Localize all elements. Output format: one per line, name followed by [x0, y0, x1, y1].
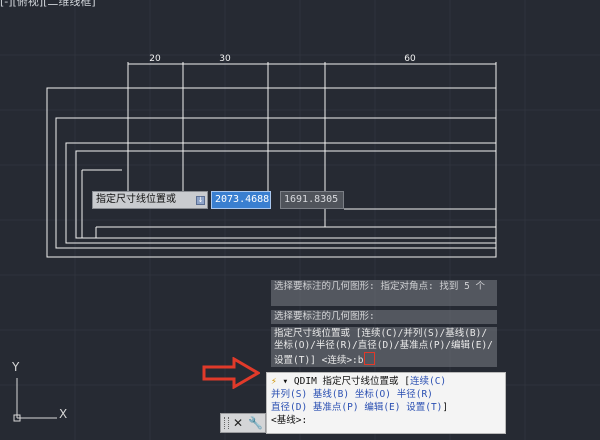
command-history-line-2: 选择要标注的几何图形: [271, 310, 497, 324]
dim-text-60: 60 [404, 54, 416, 64]
red-arrow-icon [202, 357, 260, 389]
highlight-box [364, 352, 376, 365]
command-line-toolbar: ✕ 🔧 [220, 413, 266, 433]
dynamic-input-value-1[interactable]: 2073.4688 [211, 191, 271, 209]
option-edit[interactable]: 编辑(E) [364, 402, 400, 413]
option-diameter[interactable]: 直径(D) [271, 402, 307, 413]
command-history-line-3: 指定尺寸线位置或 [连续(C)/并列(S)/基线(B)/坐标(O)/半径(R)/… [271, 327, 497, 367]
drawing-geometry [46, 62, 497, 258]
viewport-controls-label[interactable]: [-][俯视][二维线框] [0, 0, 96, 8]
option-continuous[interactable]: 连续(C) [410, 376, 446, 387]
option-baseline[interactable]: 基线(B) [313, 389, 349, 400]
dynamic-input-value-2[interactable]: 1691.8305 [280, 191, 344, 209]
close-icon[interactable]: ✕ [233, 415, 243, 431]
command-history-line-3-text: 指定尺寸线位置或 [连续(C)/并列(S)/基线(B)/坐标(O)/半径(R)/… [274, 328, 493, 366]
dynamic-input-prompt: 指定尺寸线位置或 [92, 191, 208, 209]
option-stagger[interactable]: 并列(S) [271, 389, 307, 400]
ucs-y-label: Y [12, 360, 20, 374]
dim-text-20: 20 [149, 54, 161, 64]
wrench-icon[interactable]: 🔧 [248, 415, 263, 431]
command-default: <基线>: [271, 415, 308, 426]
command-text: QDIM 指定尺寸线位置或 [293, 376, 399, 387]
option-radius[interactable]: 半径(R) [397, 389, 433, 400]
grip-handle[interactable] [224, 417, 229, 429]
ucs-icon [13, 378, 57, 422]
option-settings[interactable]: 设置(T) [406, 402, 442, 413]
ucs-x-label: X [59, 407, 68, 421]
option-datum[interactable]: 基准点(P) [313, 402, 359, 413]
options-down-arrow-icon[interactable]: ↓ [196, 196, 205, 205]
option-ordinate[interactable]: 坐标(O) [355, 389, 391, 400]
command-line-prompt[interactable]: ⚡ ▾ QDIM 指定尺寸线位置或 [连续(C) 并列(S) 基线(B) 坐标(… [266, 372, 506, 434]
command-history-line-1: 选择要标注的几何图形: 指定对角点: 找到 5 个 [271, 280, 497, 306]
dim-text-30: 30 [219, 54, 231, 64]
rectangle-2 [55, 117, 497, 249]
outer-rectangle [46, 87, 497, 258]
